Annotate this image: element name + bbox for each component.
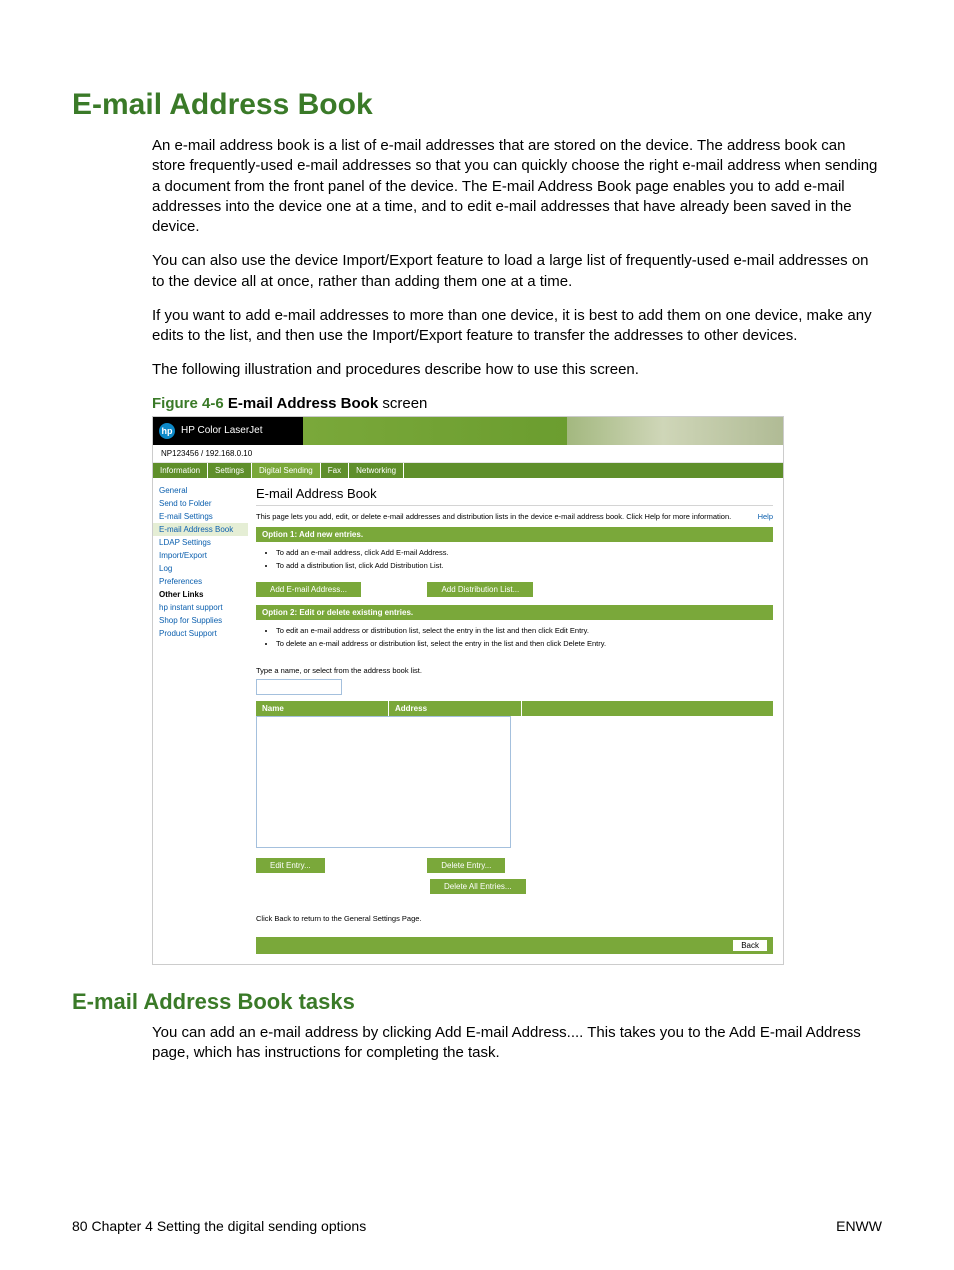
sidebar-item-sendto[interactable]: Send to Folder	[153, 497, 248, 510]
intro-p4: The following illustration and procedure…	[152, 360, 882, 380]
tasks-p1: You can add an e-mail address by clickin…	[152, 1023, 882, 1064]
tab-information[interactable]: Information	[153, 463, 208, 478]
brand-bar: hp HP Color LaserJet	[153, 417, 303, 445]
edit-entry-button[interactable]: Edit Entry...	[256, 858, 325, 873]
tasks-heading: E-mail Address Book tasks	[72, 989, 882, 1015]
sidebar-item-address-book[interactable]: E-mail Address Book	[153, 523, 248, 536]
back-bar: Back	[256, 937, 773, 954]
figure-tail: screen	[382, 395, 427, 412]
screenshot-figure: hp HP Color LaserJet NP123456 / 192.168.…	[152, 416, 784, 965]
delete-all-button[interactable]: Delete All Entries...	[430, 879, 526, 894]
figure-id: Figure 4-6	[152, 395, 224, 412]
type-hint: Type a name, or select from the address …	[256, 666, 773, 675]
col-name: Name	[256, 701, 389, 716]
option1-bullet2: To add a distribution list, click Add Di…	[276, 561, 773, 570]
back-hint: Click Back to return to the General Sett…	[256, 914, 773, 923]
back-button[interactable]: Back	[733, 940, 767, 951]
banner-image	[303, 417, 783, 445]
intro-p2: You can also use the device Import/Expor…	[152, 251, 882, 292]
device-info: NP123456 / 192.168.0.10	[153, 445, 783, 463]
panel-desc: This page lets you add, edit, or delete …	[256, 512, 731, 521]
figure-caption: Figure 4-6 E-mail Address Book screen	[152, 395, 882, 412]
tab-networking[interactable]: Networking	[349, 463, 404, 478]
option1-header: Option 1: Add new entries.	[256, 527, 773, 542]
tab-bar: Information Settings Digital Sending Fax…	[153, 463, 783, 478]
product-label: HP Color LaserJet	[181, 425, 263, 436]
sidebar-item-log[interactable]: Log	[153, 562, 248, 575]
hp-logo-icon: hp	[159, 423, 175, 439]
sidebar-item-import[interactable]: Import/Export	[153, 549, 248, 562]
sidebar-link-instant-support[interactable]: hp instant support	[153, 601, 248, 614]
footer-left: 80 Chapter 4 Setting the digital sending…	[72, 1218, 366, 1234]
option1-bullet1: To add an e-mail address, click Add E-ma…	[276, 548, 773, 557]
figure-name: E-mail Address Book	[228, 395, 378, 412]
intro-p1: An e-mail address book is a list of e-ma…	[152, 136, 882, 237]
list-header: Name Address	[256, 701, 773, 716]
address-listbox[interactable]	[256, 716, 511, 848]
sidebar-item-ldap[interactable]: LDAP Settings	[153, 536, 248, 549]
search-input[interactable]	[256, 679, 342, 695]
add-email-button[interactable]: Add E-mail Address...	[256, 582, 361, 597]
help-link[interactable]: Help	[758, 512, 773, 521]
sidebar-item-general[interactable]: General	[153, 484, 248, 497]
option2-bullet2: To delete an e-mail address or distribut…	[276, 639, 773, 648]
page-title: E-mail Address Book	[72, 88, 882, 122]
delete-entry-button[interactable]: Delete Entry...	[427, 858, 505, 873]
col-address: Address	[389, 701, 522, 716]
panel-title: E-mail Address Book	[256, 486, 773, 501]
tab-digital-sending[interactable]: Digital Sending	[252, 463, 321, 478]
tab-fax[interactable]: Fax	[321, 463, 349, 478]
add-distlist-button[interactable]: Add Distribution List...	[427, 582, 533, 597]
sidebar-item-prefs[interactable]: Preferences	[153, 575, 248, 588]
tab-settings[interactable]: Settings	[208, 463, 252, 478]
sidebar-link-product-support[interactable]: Product Support	[153, 627, 248, 640]
sidebar-other-links-label: Other Links	[153, 588, 248, 601]
sidebar-item-email-settings[interactable]: E-mail Settings	[153, 510, 248, 523]
option2-header: Option 2: Edit or delete existing entrie…	[256, 605, 773, 620]
sidebar-link-shop[interactable]: Shop for Supplies	[153, 614, 248, 627]
footer-right: ENWW	[836, 1218, 882, 1234]
sidebar: General Send to Folder E-mail Settings E…	[153, 478, 248, 964]
option2-bullet1: To edit an e-mail address or distributio…	[276, 626, 773, 635]
intro-p3: If you want to add e-mail addresses to m…	[152, 306, 882, 347]
